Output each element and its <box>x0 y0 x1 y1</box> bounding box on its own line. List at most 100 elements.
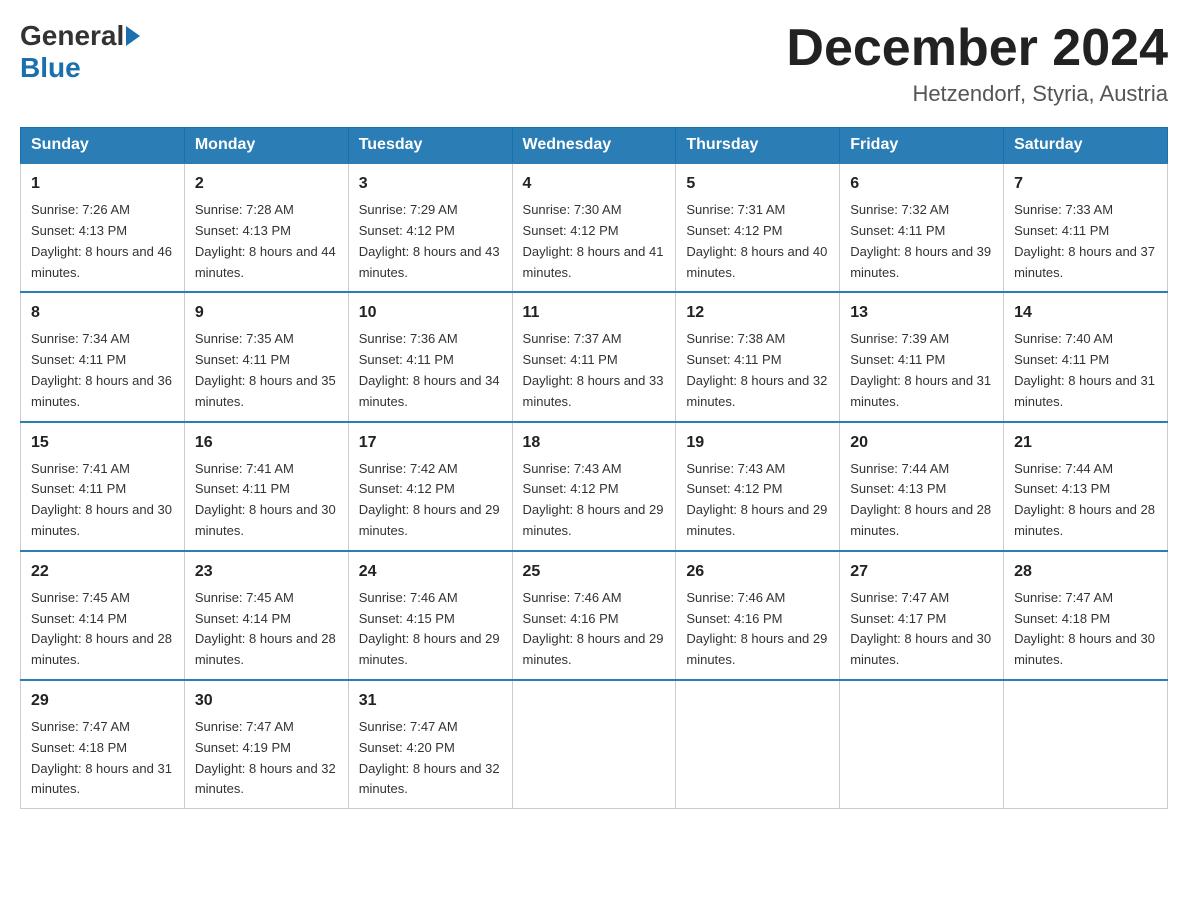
day-info: Sunrise: 7:42 AM Sunset: 4:12 PM Dayligh… <box>359 459 502 542</box>
day-cell <box>676 680 840 809</box>
day-info: Sunrise: 7:45 AM Sunset: 4:14 PM Dayligh… <box>195 588 338 671</box>
day-cell <box>1004 680 1168 809</box>
day-number: 27 <box>850 560 993 584</box>
header-day-wednesday: Wednesday <box>512 128 676 164</box>
day-cell: 19 Sunrise: 7:43 AM Sunset: 4:12 PM Dayl… <box>676 422 840 551</box>
day-cell: 17 Sunrise: 7:42 AM Sunset: 4:12 PM Dayl… <box>348 422 512 551</box>
day-number: 5 <box>686 172 829 196</box>
day-info: Sunrise: 7:44 AM Sunset: 4:13 PM Dayligh… <box>850 459 993 542</box>
day-cell: 26 Sunrise: 7:46 AM Sunset: 4:16 PM Dayl… <box>676 551 840 680</box>
day-cell: 31 Sunrise: 7:47 AM Sunset: 4:20 PM Dayl… <box>348 680 512 809</box>
day-info: Sunrise: 7:43 AM Sunset: 4:12 PM Dayligh… <box>523 459 666 542</box>
logo: General Blue <box>20 20 142 84</box>
day-number: 28 <box>1014 560 1157 584</box>
day-cell: 28 Sunrise: 7:47 AM Sunset: 4:18 PM Dayl… <box>1004 551 1168 680</box>
header-row: SundayMondayTuesdayWednesdayThursdayFrid… <box>21 128 1168 164</box>
day-number: 9 <box>195 301 338 325</box>
day-info: Sunrise: 7:35 AM Sunset: 4:11 PM Dayligh… <box>195 329 338 412</box>
day-cell: 3 Sunrise: 7:29 AM Sunset: 4:12 PM Dayli… <box>348 163 512 292</box>
day-cell: 13 Sunrise: 7:39 AM Sunset: 4:11 PM Dayl… <box>840 292 1004 421</box>
week-row-3: 15 Sunrise: 7:41 AM Sunset: 4:11 PM Dayl… <box>21 422 1168 551</box>
day-number: 11 <box>523 301 666 325</box>
day-number: 23 <box>195 560 338 584</box>
day-cell: 27 Sunrise: 7:47 AM Sunset: 4:17 PM Dayl… <box>840 551 1004 680</box>
day-number: 18 <box>523 431 666 455</box>
day-info: Sunrise: 7:46 AM Sunset: 4:15 PM Dayligh… <box>359 588 502 671</box>
day-cell <box>840 680 1004 809</box>
calendar-table: SundayMondayTuesdayWednesdayThursdayFrid… <box>20 127 1168 809</box>
day-number: 25 <box>523 560 666 584</box>
day-info: Sunrise: 7:46 AM Sunset: 4:16 PM Dayligh… <box>523 588 666 671</box>
day-cell: 9 Sunrise: 7:35 AM Sunset: 4:11 PM Dayli… <box>184 292 348 421</box>
day-cell: 15 Sunrise: 7:41 AM Sunset: 4:11 PM Dayl… <box>21 422 185 551</box>
day-cell: 24 Sunrise: 7:46 AM Sunset: 4:15 PM Dayl… <box>348 551 512 680</box>
day-cell: 21 Sunrise: 7:44 AM Sunset: 4:13 PM Dayl… <box>1004 422 1168 551</box>
day-number: 21 <box>1014 431 1157 455</box>
day-cell: 30 Sunrise: 7:47 AM Sunset: 4:19 PM Dayl… <box>184 680 348 809</box>
day-info: Sunrise: 7:41 AM Sunset: 4:11 PM Dayligh… <box>195 459 338 542</box>
day-cell: 7 Sunrise: 7:33 AM Sunset: 4:11 PM Dayli… <box>1004 163 1168 292</box>
logo-arrow-icon <box>126 26 140 46</box>
day-number: 13 <box>850 301 993 325</box>
header-day-tuesday: Tuesday <box>348 128 512 164</box>
header-day-monday: Monday <box>184 128 348 164</box>
page-header: General Blue December 2024 Hetzendorf, S… <box>20 20 1168 107</box>
day-cell: 14 Sunrise: 7:40 AM Sunset: 4:11 PM Dayl… <box>1004 292 1168 421</box>
header-day-friday: Friday <box>840 128 1004 164</box>
day-number: 29 <box>31 689 174 713</box>
day-cell: 20 Sunrise: 7:44 AM Sunset: 4:13 PM Dayl… <box>840 422 1004 551</box>
day-number: 6 <box>850 172 993 196</box>
day-info: Sunrise: 7:28 AM Sunset: 4:13 PM Dayligh… <box>195 200 338 283</box>
day-info: Sunrise: 7:39 AM Sunset: 4:11 PM Dayligh… <box>850 329 993 412</box>
day-info: Sunrise: 7:26 AM Sunset: 4:13 PM Dayligh… <box>31 200 174 283</box>
day-number: 4 <box>523 172 666 196</box>
day-number: 3 <box>359 172 502 196</box>
header-day-thursday: Thursday <box>676 128 840 164</box>
month-title: December 2024 <box>786 20 1168 77</box>
day-number: 10 <box>359 301 502 325</box>
logo-blue-text: Blue <box>20 52 81 84</box>
day-info: Sunrise: 7:31 AM Sunset: 4:12 PM Dayligh… <box>686 200 829 283</box>
header-day-sunday: Sunday <box>21 128 185 164</box>
day-cell: 11 Sunrise: 7:37 AM Sunset: 4:11 PM Dayl… <box>512 292 676 421</box>
day-cell: 12 Sunrise: 7:38 AM Sunset: 4:11 PM Dayl… <box>676 292 840 421</box>
day-info: Sunrise: 7:36 AM Sunset: 4:11 PM Dayligh… <box>359 329 502 412</box>
day-info: Sunrise: 7:37 AM Sunset: 4:11 PM Dayligh… <box>523 329 666 412</box>
day-cell: 2 Sunrise: 7:28 AM Sunset: 4:13 PM Dayli… <box>184 163 348 292</box>
day-number: 31 <box>359 689 502 713</box>
day-number: 1 <box>31 172 174 196</box>
day-info: Sunrise: 7:40 AM Sunset: 4:11 PM Dayligh… <box>1014 329 1157 412</box>
day-cell: 29 Sunrise: 7:47 AM Sunset: 4:18 PM Dayl… <box>21 680 185 809</box>
day-info: Sunrise: 7:46 AM Sunset: 4:16 PM Dayligh… <box>686 588 829 671</box>
day-cell: 1 Sunrise: 7:26 AM Sunset: 4:13 PM Dayli… <box>21 163 185 292</box>
day-info: Sunrise: 7:34 AM Sunset: 4:11 PM Dayligh… <box>31 329 174 412</box>
week-row-5: 29 Sunrise: 7:47 AM Sunset: 4:18 PM Dayl… <box>21 680 1168 809</box>
day-info: Sunrise: 7:29 AM Sunset: 4:12 PM Dayligh… <box>359 200 502 283</box>
day-cell: 23 Sunrise: 7:45 AM Sunset: 4:14 PM Dayl… <box>184 551 348 680</box>
week-row-4: 22 Sunrise: 7:45 AM Sunset: 4:14 PM Dayl… <box>21 551 1168 680</box>
day-number: 8 <box>31 301 174 325</box>
day-info: Sunrise: 7:38 AM Sunset: 4:11 PM Dayligh… <box>686 329 829 412</box>
day-cell: 16 Sunrise: 7:41 AM Sunset: 4:11 PM Dayl… <box>184 422 348 551</box>
logo-general-text: General <box>20 20 124 52</box>
day-cell: 4 Sunrise: 7:30 AM Sunset: 4:12 PM Dayli… <box>512 163 676 292</box>
day-info: Sunrise: 7:33 AM Sunset: 4:11 PM Dayligh… <box>1014 200 1157 283</box>
day-number: 30 <box>195 689 338 713</box>
day-number: 2 <box>195 172 338 196</box>
day-info: Sunrise: 7:30 AM Sunset: 4:12 PM Dayligh… <box>523 200 666 283</box>
location-title: Hetzendorf, Styria, Austria <box>786 81 1168 107</box>
header-day-saturday: Saturday <box>1004 128 1168 164</box>
day-cell: 8 Sunrise: 7:34 AM Sunset: 4:11 PM Dayli… <box>21 292 185 421</box>
day-cell: 25 Sunrise: 7:46 AM Sunset: 4:16 PM Dayl… <box>512 551 676 680</box>
day-info: Sunrise: 7:47 AM Sunset: 4:18 PM Dayligh… <box>1014 588 1157 671</box>
day-cell: 22 Sunrise: 7:45 AM Sunset: 4:14 PM Dayl… <box>21 551 185 680</box>
day-info: Sunrise: 7:44 AM Sunset: 4:13 PM Dayligh… <box>1014 459 1157 542</box>
day-cell <box>512 680 676 809</box>
day-number: 7 <box>1014 172 1157 196</box>
day-info: Sunrise: 7:41 AM Sunset: 4:11 PM Dayligh… <box>31 459 174 542</box>
day-number: 20 <box>850 431 993 455</box>
day-info: Sunrise: 7:47 AM Sunset: 4:17 PM Dayligh… <box>850 588 993 671</box>
day-cell: 6 Sunrise: 7:32 AM Sunset: 4:11 PM Dayli… <box>840 163 1004 292</box>
day-number: 12 <box>686 301 829 325</box>
day-number: 19 <box>686 431 829 455</box>
